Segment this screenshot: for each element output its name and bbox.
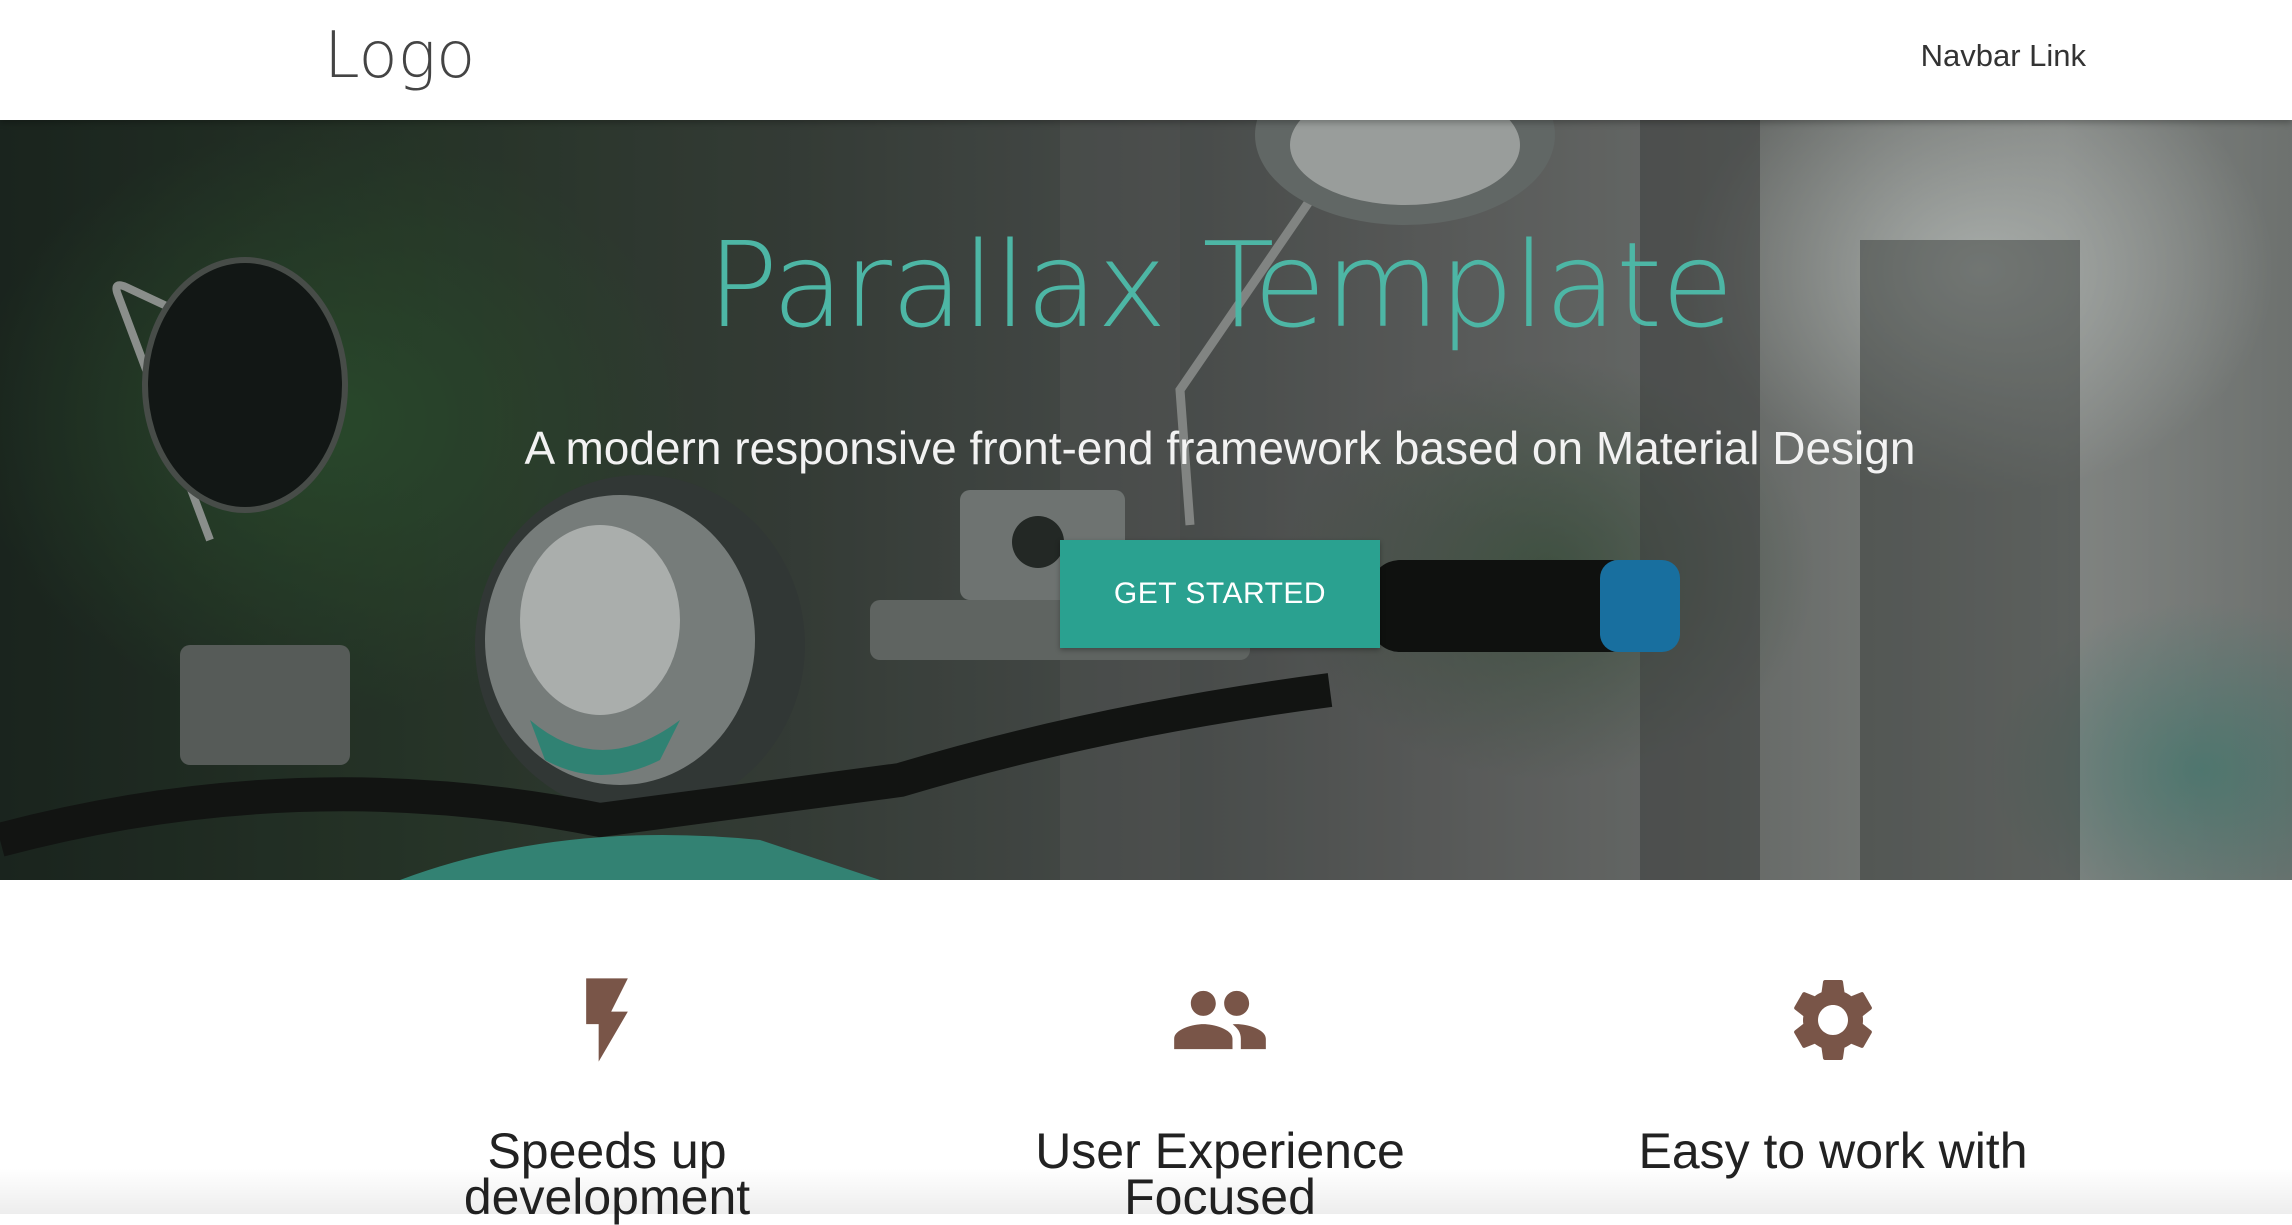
feature-title: Speeds up development [463, 1123, 751, 1225]
flash-icon [357, 970, 857, 1070]
group-icon [970, 970, 1470, 1070]
hero-parallax: Parallax Template A modern responsive fr… [0, 120, 2292, 880]
hero-subtitle: A modern responsive front-end framework … [524, 422, 1916, 474]
brand-logo[interactable]: Logo [324, 14, 475, 98]
navbar-link[interactable]: Navbar Link [1921, 36, 2086, 76]
hero-title: Parallax Template [707, 216, 1734, 354]
feature-title: Easy to work with [1638, 1123, 2028, 1179]
settings-icon [1583, 970, 2083, 1070]
navbar: Logo Navbar Link [0, 0, 2292, 120]
features-section: Speeds up development User Experience Fo… [0, 880, 2292, 1222]
feature-title: User Experience Focused [1035, 1123, 1405, 1225]
get-started-button[interactable]: GET STARTED [1060, 540, 1380, 648]
